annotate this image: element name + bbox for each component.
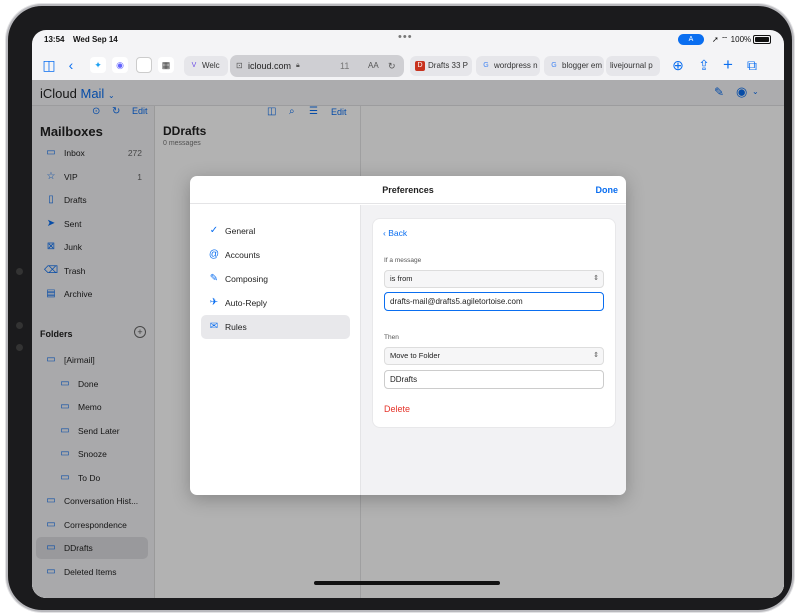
browser-toolbar: ◫ ‹ ✦ ◉ ▦ V Welc ⊡ icloud.com 🔒︎ 11 AA ↻… bbox=[32, 50, 784, 80]
battery-percentage: ➚ ⌔ 100% bbox=[712, 35, 752, 44]
rule-editor: ‹ Back If a message is from ⇕ drafts-mai… bbox=[373, 219, 615, 427]
pref-nav-label: General bbox=[225, 226, 256, 236]
target-folder-value: DDrafts bbox=[390, 375, 418, 384]
status-date: Wed Sep 14 bbox=[73, 35, 118, 44]
back-icon[interactable]: ‹ bbox=[64, 56, 78, 74]
tab-label: Welc bbox=[202, 61, 220, 70]
tab-favicon: V bbox=[191, 62, 197, 69]
pref-nav-accounts[interactable]: @ Accounts bbox=[201, 243, 350, 267]
status-bar: 13:54 Wed Sep 14 ••• A ➚ ⌔ 100% bbox=[32, 30, 784, 50]
tab-welcome[interactable]: V Welc bbox=[184, 56, 228, 76]
done-button[interactable]: Done bbox=[596, 185, 619, 195]
address-bar-url: icloud.com bbox=[248, 61, 292, 71]
tab-label: Drafts 33 P bbox=[428, 61, 469, 70]
condition-select-value: is from bbox=[390, 274, 413, 283]
side-sensor bbox=[16, 344, 23, 351]
condition-label: If a message bbox=[384, 257, 422, 264]
status-time: 13:54 bbox=[44, 35, 65, 44]
preferences-nav: ✓ General @ Accounts ✎ Composing ✈ Auto-Reply ✉ R… bbox=[190, 205, 360, 495]
share-icon[interactable]: ⇪ bbox=[696, 56, 712, 74]
side-sensor bbox=[16, 322, 23, 329]
tab-wordpress[interactable]: G wordpress n bbox=[476, 56, 540, 76]
pref-nav-general[interactable]: ✓ General bbox=[201, 219, 350, 243]
screen-recording-icon: A bbox=[678, 34, 704, 45]
sidebar-toggle-icon[interactable]: ◫ bbox=[40, 56, 58, 74]
condition-select[interactable]: is from ⇕ bbox=[384, 270, 604, 288]
new-tab-icon[interactable]: + bbox=[720, 56, 736, 74]
site-favicon-icon: ⊡ bbox=[236, 61, 243, 70]
tab-favicon: G bbox=[551, 62, 557, 69]
reload-icon[interactable]: ↻ bbox=[388, 55, 396, 77]
battery-icon bbox=[753, 35, 771, 44]
airplane-icon: ✈ bbox=[209, 297, 219, 308]
screen: 13:54 Wed Sep 14 ••• A ➚ ⌔ 100% ◫ ‹ ✦ ◉ … bbox=[32, 30, 784, 598]
action-select[interactable]: Move to Folder ⇕ bbox=[384, 347, 604, 365]
multitasking-dots-icon[interactable]: ••• bbox=[398, 31, 413, 43]
tab-drafts[interactable]: D Drafts 33 P bbox=[410, 56, 472, 76]
address-bar[interactable]: ⊡ icloud.com 🔒︎ 11 AA ↻ bbox=[230, 55, 404, 77]
chevron-updown-icon: ⇕ bbox=[593, 352, 599, 359]
tab-blogger[interactable]: G blogger em bbox=[544, 56, 604, 76]
dialog-header: Preferences Done bbox=[190, 176, 626, 204]
reader-button[interactable]: AA bbox=[368, 55, 379, 77]
preferences-detail: ‹ Back If a message is from ⇕ drafts-mai… bbox=[360, 205, 626, 495]
blank-favicon-icon[interactable] bbox=[136, 57, 152, 73]
mastodon-favicon-icon[interactable]: ◉ bbox=[112, 57, 128, 73]
tab-label: wordpress n bbox=[494, 61, 538, 70]
twitter-favicon-icon[interactable]: ✦ bbox=[90, 57, 106, 73]
pref-nav-label: Composing bbox=[225, 274, 268, 284]
tab-label: blogger em bbox=[562, 61, 603, 70]
action-label: Then bbox=[384, 334, 399, 341]
checkmark-circle-icon: ✓ bbox=[209, 225, 219, 236]
pref-nav-composing[interactable]: ✎ Composing bbox=[201, 267, 350, 291]
envelope-rules-icon: ✉ bbox=[209, 321, 219, 332]
dialog-title: Preferences bbox=[382, 185, 434, 195]
condition-email-field[interactable]: drafts-mail@drafts5.agiletortoise.com bbox=[384, 292, 604, 311]
condition-email-value: drafts-mail@drafts5.agiletortoise.com bbox=[390, 297, 523, 306]
back-button[interactable]: ‹ Back bbox=[383, 228, 407, 238]
pref-nav-label: Rules bbox=[225, 322, 247, 332]
pref-nav-label: Accounts bbox=[225, 250, 260, 260]
tab-livejournal[interactable]: livejournal p bbox=[606, 56, 660, 76]
at-sign-icon: @ bbox=[208, 249, 220, 260]
pref-nav-label: Auto-Reply bbox=[225, 298, 268, 308]
tab-count-badge: 11 bbox=[340, 61, 350, 71]
chevron-updown-icon: ⇕ bbox=[593, 275, 599, 282]
side-sensor bbox=[16, 268, 23, 275]
delete-rule-button[interactable]: Delete bbox=[384, 404, 410, 414]
ipad-frame: 13:54 Wed Sep 14 ••• A ➚ ⌔ 100% ◫ ‹ ✦ ◉ … bbox=[8, 6, 792, 610]
tab-favicon: G bbox=[483, 62, 489, 69]
notes-favicon-icon[interactable]: ▦ bbox=[158, 57, 174, 73]
tab-label: livejournal p bbox=[610, 61, 653, 70]
preferences-dialog: Preferences Done ✓ General @ Accounts ✎ Compo… bbox=[190, 176, 626, 495]
action-select-value: Move to Folder bbox=[390, 351, 441, 360]
pref-nav-auto-reply[interactable]: ✈ Auto-Reply bbox=[201, 291, 350, 315]
download-icon[interactable]: ⊕ bbox=[670, 56, 686, 74]
tab-overview-icon[interactable]: ⧉ bbox=[744, 56, 760, 74]
compose-icon: ✎ bbox=[209, 273, 219, 284]
pref-nav-rules[interactable]: ✉ Rules bbox=[201, 315, 350, 339]
tab-favicon: D bbox=[415, 61, 425, 71]
lock-icon: 🔒︎ bbox=[296, 62, 300, 69]
back-label: Back bbox=[388, 228, 408, 238]
chevron-left-icon: ‹ bbox=[383, 228, 386, 238]
home-indicator[interactable] bbox=[314, 581, 500, 585]
target-folder-field[interactable]: DDrafts bbox=[384, 370, 604, 389]
